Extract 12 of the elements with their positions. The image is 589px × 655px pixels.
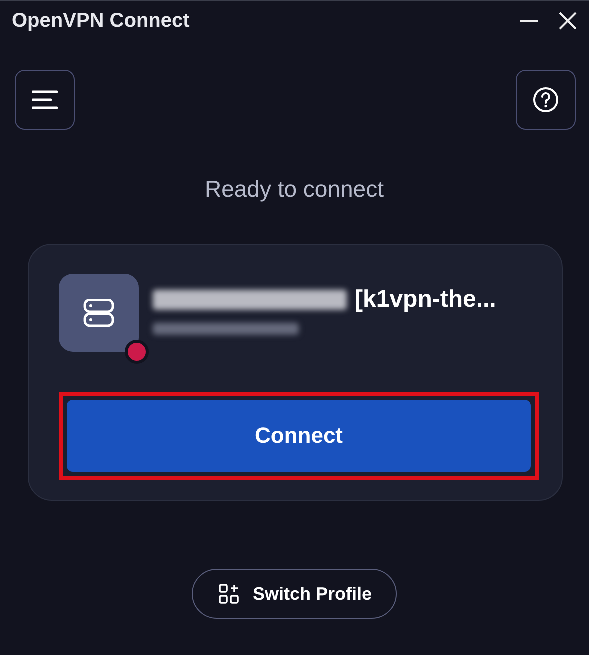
window-title: OpenVPN Connect — [12, 10, 190, 32]
help-icon — [533, 87, 559, 113]
connect-button[interactable]: Connect — [67, 400, 531, 472]
apps-add-icon — [218, 584, 239, 604]
profile-name: [k1vpn-the... — [355, 286, 496, 314]
switch-profile-button[interactable]: Switch Profile — [192, 569, 398, 619]
menu-icon — [32, 90, 58, 110]
server-icon — [83, 299, 115, 327]
connection-status: Ready to connect — [204, 176, 385, 204]
menu-button[interactable] — [15, 70, 75, 130]
close-icon[interactable] — [559, 12, 577, 30]
help-button[interactable] — [516, 70, 576, 130]
